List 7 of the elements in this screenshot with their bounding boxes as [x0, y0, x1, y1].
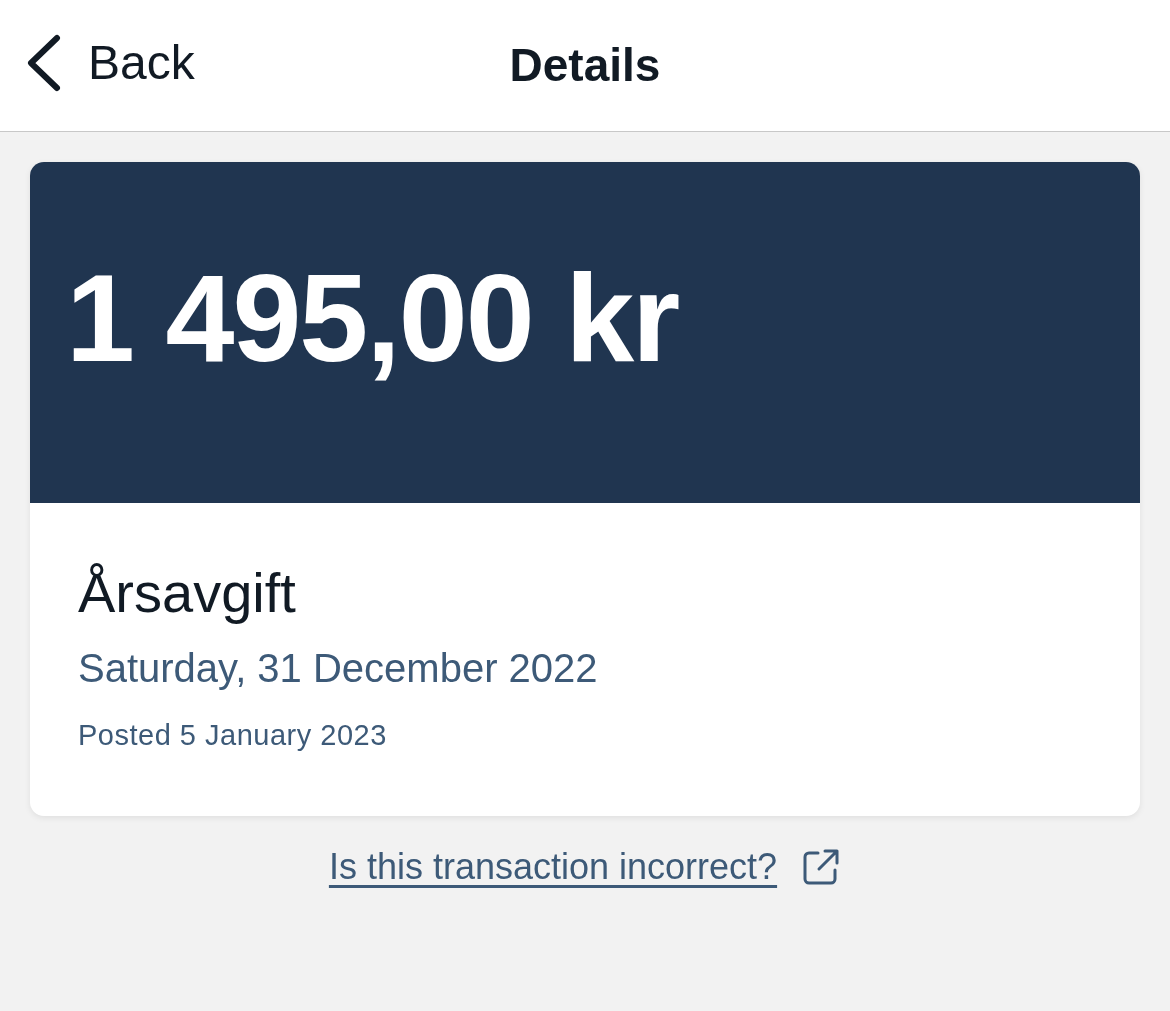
page-title: Details: [509, 40, 661, 91]
transaction-description: Årsavgift: [78, 560, 297, 626]
transaction-date: Saturday, 31 December 2022: [78, 645, 599, 693]
amount-text: 1 495,00 kr: [66, 255, 679, 380]
report-link[interactable]: Is this transaction incorrect?: [328, 839, 778, 894]
back-button[interactable]: Back: [24, 34, 195, 92]
posted-date: Posted 5 January 2023: [78, 718, 388, 754]
